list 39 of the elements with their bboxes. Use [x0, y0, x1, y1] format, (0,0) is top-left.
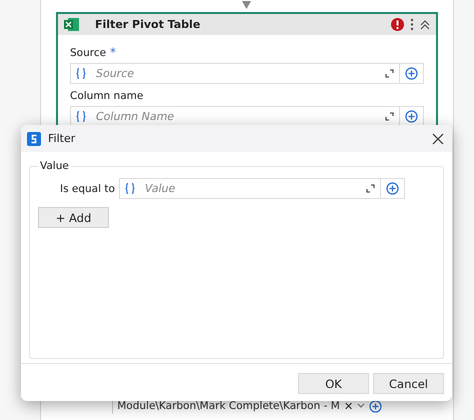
close-button[interactable]: [432, 132, 444, 144]
input-field[interactable]: Source: [94, 66, 377, 81]
add-icon: [386, 182, 399, 195]
expression-field[interactable]: Value: [118, 178, 381, 199]
spreadsheet-icon: [64, 18, 79, 31]
arrow-icon: [242, 0, 251, 9]
path-field[interactable]: Module\Karbon\Mark Complete\Karbon - M: [117, 400, 340, 412]
group-legend: Value: [38, 160, 71, 172]
condition-label: Is equal to: [60, 182, 115, 194]
field-label: Source: [70, 47, 106, 59]
clear-button[interactable]: ✕: [344, 400, 353, 412]
add-button[interactable]: [400, 106, 424, 127]
braces-icon: [76, 111, 86, 122]
input-field[interactable]: Column Name: [94, 109, 377, 124]
add-button[interactable]: [381, 178, 405, 199]
chevron-icon[interactable]: [356, 403, 365, 409]
expand-icon[interactable]: [366, 184, 375, 193]
braces-icon: [76, 68, 86, 79]
expression-field[interactable]: Column Name: [70, 106, 400, 127]
dialog-button[interactable]: OK: [298, 373, 369, 394]
collapse-icon[interactable]: [420, 20, 430, 30]
dialog-button[interactable]: Cancel: [373, 373, 444, 394]
add-icon: [405, 110, 418, 123]
add-button[interactable]: [400, 63, 424, 84]
input-field[interactable]: Value: [142, 181, 358, 196]
dialog-title: Filter: [48, 132, 76, 145]
required-mark: *: [110, 45, 116, 59]
expand-icon[interactable]: [385, 112, 394, 121]
expand-icon[interactable]: [385, 69, 394, 78]
add-icon: [405, 67, 418, 80]
braces-icon: [124, 183, 135, 194]
add-condition-button[interactable]: + Add: [38, 207, 109, 228]
more-icon[interactable]: [410, 18, 414, 31]
add-icon: [368, 400, 382, 412]
app-icon: [27, 132, 41, 146]
expression-field[interactable]: Source: [70, 63, 400, 84]
error-icon: [391, 18, 404, 31]
card-title: Filter Pivot Table: [95, 18, 202, 31]
field-label: Column name: [70, 90, 144, 102]
